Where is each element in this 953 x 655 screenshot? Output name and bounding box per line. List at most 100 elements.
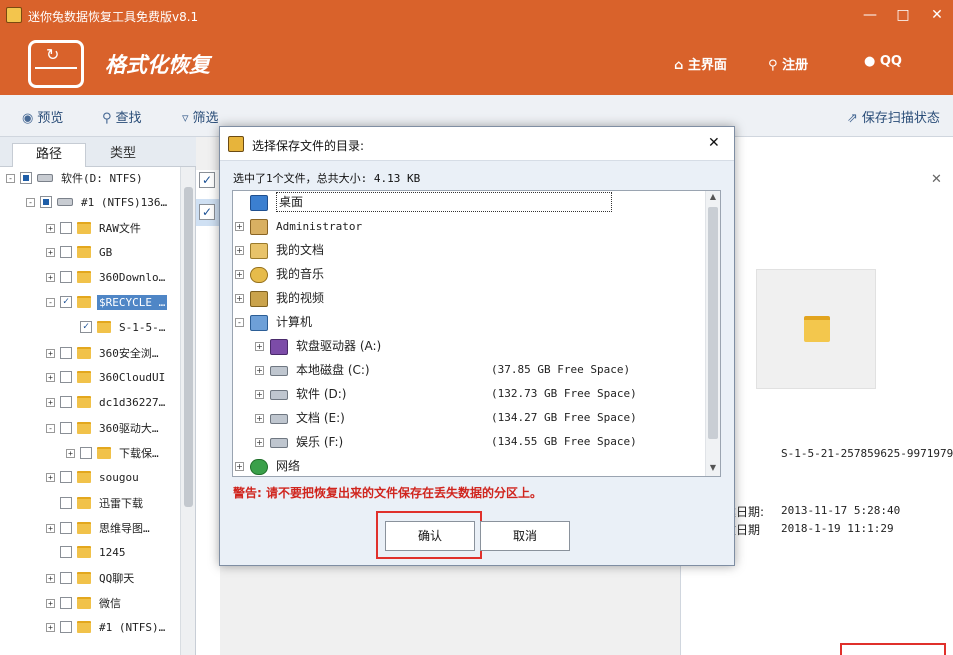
- directory-item[interactable]: + 文档 (E:) (134.27 GB Free Space): [255, 407, 637, 429]
- tree-item-checkbox[interactable]: [60, 396, 72, 408]
- expand-toggle-icon[interactable]: -: [46, 297, 55, 307]
- directory-item[interactable]: + 我的文档: [235, 239, 324, 261]
- find-button[interactable]: ⚲ 查找: [102, 107, 142, 126]
- tree-item[interactable]: + #1 (NTFS)…: [46, 620, 167, 642]
- tree-item-checkbox[interactable]: [60, 621, 72, 633]
- directory-item[interactable]: + 我的视频: [235, 287, 324, 309]
- expand-toggle-icon[interactable]: +: [46, 247, 55, 257]
- directory-item[interactable]: + Administrator: [235, 215, 362, 237]
- directory-item[interactable]: + 娱乐 (F:) (134.55 GB Free Space): [255, 431, 637, 453]
- directory-item[interactable]: + 软件 (D:) (132.73 GB Free Space): [255, 383, 637, 405]
- nav-home-link[interactable]: ⌂ 主界面: [674, 54, 727, 73]
- directory-item[interactable]: + 本地磁盘 (C:) (37.85 GB Free Space): [255, 359, 630, 381]
- tree-item[interactable]: +360安全浏…: [46, 345, 161, 367]
- scroll-down-icon[interactable]: ▼: [708, 463, 718, 472]
- tree-scrollbar[interactable]: [180, 167, 195, 655]
- expand-toggle-icon[interactable]: -: [26, 197, 35, 207]
- tree-item-checkbox[interactable]: [60, 246, 72, 258]
- tree-item[interactable]: + sougou: [46, 470, 141, 492]
- tree-item-checkbox[interactable]: [60, 572, 72, 584]
- expand-toggle-icon[interactable]: +: [46, 598, 55, 608]
- expand-toggle-icon[interactable]: +: [46, 372, 55, 382]
- expand-toggle-icon[interactable]: +: [46, 472, 55, 482]
- scrollbar-thumb[interactable]: [708, 207, 718, 439]
- close-window-button[interactable]: ✕: [922, 4, 952, 26]
- tree-item[interactable]: + QQ聊天: [46, 570, 136, 592]
- tree-item-checkbox[interactable]: ✓: [80, 321, 92, 333]
- expand-toggle-icon[interactable]: +: [255, 438, 264, 447]
- nav-qq-link[interactable]: ● QQ: [864, 54, 902, 69]
- tree-item[interactable]: +360CloudUI: [46, 370, 167, 392]
- tree-item-checkbox[interactable]: [60, 422, 72, 434]
- expand-toggle-icon[interactable]: +: [46, 348, 55, 358]
- tree-item-checkbox[interactable]: [60, 497, 72, 509]
- tree-item[interactable]: + RAW文件: [46, 220, 143, 242]
- tree-item-checkbox[interactable]: [60, 347, 72, 359]
- expand-toggle-icon[interactable]: +: [46, 573, 55, 583]
- tree-item[interactable]: + 微信: [46, 595, 123, 617]
- tree-item-checkbox[interactable]: [60, 522, 72, 534]
- tree-item-checkbox[interactable]: [40, 196, 52, 208]
- tree-item-checkbox[interactable]: [60, 222, 72, 234]
- tree-item-checkbox[interactable]: [60, 371, 72, 383]
- tree-item-checkbox[interactable]: [60, 271, 72, 283]
- filter-button[interactable]: ▿ 筛选: [182, 107, 219, 126]
- scrollbar-thumb[interactable]: [184, 187, 193, 507]
- minimize-button[interactable]: —: [855, 4, 885, 26]
- expand-toggle-icon[interactable]: +: [46, 397, 55, 407]
- expand-toggle-icon[interactable]: +: [235, 270, 244, 279]
- expand-toggle-icon[interactable]: +: [66, 448, 75, 458]
- scroll-up-icon[interactable]: ▲: [708, 192, 718, 201]
- expand-toggle-icon[interactable]: +: [46, 523, 55, 533]
- preview-button[interactable]: ◉ 预览: [22, 107, 63, 126]
- tab-path[interactable]: 路径: [12, 143, 86, 167]
- file-list-select-all-checkbox[interactable]: ✓: [199, 172, 215, 188]
- tree-item[interactable]: ✓ S-1-5-…: [66, 320, 167, 342]
- preview-close-icon[interactable]: ✕: [931, 172, 942, 187]
- tree-item[interactable]: - #1 (NTFS)136…: [26, 195, 169, 217]
- directory-item[interactable]: + 网络: [235, 455, 300, 476]
- expand-toggle-icon[interactable]: +: [46, 272, 55, 282]
- tree-item[interactable]: - ✓ $RECYCLE …: [46, 294, 168, 317]
- expand-toggle-icon[interactable]: +: [235, 462, 244, 471]
- expand-toggle-icon[interactable]: +: [255, 342, 264, 351]
- tree-item[interactable]: - 360驱动大…: [46, 420, 161, 442]
- expand-toggle-icon[interactable]: +: [46, 622, 55, 632]
- directory-item[interactable]: - 计算机: [235, 311, 312, 333]
- expand-toggle-icon[interactable]: -: [6, 173, 15, 183]
- directory-item[interactable]: 桌面: [235, 191, 612, 213]
- tree-item-checkbox[interactable]: [60, 597, 72, 609]
- expand-toggle-icon[interactable]: +: [235, 222, 244, 231]
- maximize-button[interactable]: □: [888, 4, 918, 26]
- save-scan-state-button[interactable]: ⇗ 保存扫描状态: [847, 107, 940, 126]
- tree-item-checkbox[interactable]: [60, 546, 72, 558]
- expand-toggle-icon[interactable]: -: [46, 423, 55, 433]
- directory-item[interactable]: + 我的音乐: [235, 263, 324, 285]
- tree-item[interactable]: + 下载保…: [66, 445, 161, 467]
- tree-item-checkbox[interactable]: ✓: [60, 296, 72, 308]
- expand-toggle-icon[interactable]: +: [235, 246, 244, 255]
- dialog-close-button[interactable]: ✕: [708, 135, 720, 151]
- tree-item[interactable]: + dc1d36227…: [46, 395, 167, 417]
- expand-toggle-icon[interactable]: +: [255, 414, 264, 423]
- cancel-button[interactable]: 取消: [480, 521, 570, 551]
- expand-toggle-icon[interactable]: +: [46, 223, 55, 233]
- directory-item[interactable]: + 软盘驱动器 (A:): [255, 335, 381, 357]
- tree-item-checkbox[interactable]: [20, 172, 32, 184]
- tree-item[interactable]: 1245: [46, 545, 128, 567]
- tree-item[interactable]: +360Downlo…: [46, 270, 167, 292]
- tree-item[interactable]: + 思维导图…: [46, 520, 152, 542]
- tree-item-checkbox[interactable]: [60, 471, 72, 483]
- tree-item[interactable]: 迅雷下载: [46, 495, 145, 517]
- directory-tree-scrollbar[interactable]: ▲ ▼: [705, 191, 720, 476]
- confirm-button[interactable]: 确认: [385, 521, 475, 551]
- tree-item-checkbox[interactable]: [80, 447, 92, 459]
- file-row-checkbox[interactable]: ✓: [199, 204, 215, 220]
- tree-item[interactable]: + GB: [46, 245, 114, 267]
- expand-toggle-icon[interactable]: +: [255, 366, 264, 375]
- tree-item[interactable]: - 软件(D: NTFS): [6, 170, 145, 192]
- expand-toggle-icon[interactable]: +: [235, 294, 244, 303]
- tab-type[interactable]: 类型: [86, 143, 160, 167]
- expand-toggle-icon[interactable]: +: [255, 390, 264, 399]
- nav-register-link[interactable]: ⚲ 注册: [768, 54, 808, 73]
